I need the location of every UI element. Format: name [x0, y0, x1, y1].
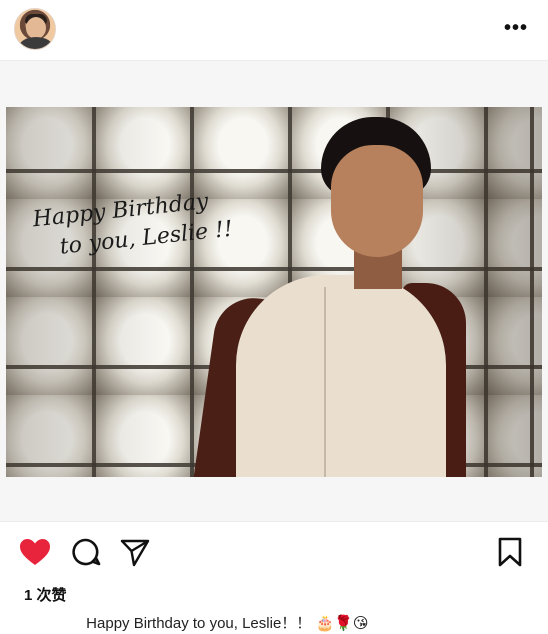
person-figure	[193, 107, 466, 477]
like-count[interactable]: 1 次赞	[24, 584, 67, 605]
avatar[interactable]	[14, 8, 56, 50]
action-bar	[0, 530, 548, 574]
caption-username-blurred[interactable]	[26, 616, 82, 628]
post-media[interactable]: Happy Birthday to you, Leslie !!	[0, 60, 548, 522]
send-icon[interactable]	[118, 536, 152, 568]
comment-icon[interactable]	[70, 536, 104, 568]
caption-emojis: 🎂🌹😘	[315, 614, 369, 632]
username-blurred[interactable]	[66, 21, 126, 35]
bookmark-icon[interactable]	[494, 536, 528, 568]
caption-text: Happy Birthday to you, Leslie！！	[86, 615, 312, 632]
more-horizontal-icon: •••	[503, 17, 528, 39]
more-options-button[interactable]: •••	[504, 18, 528, 38]
post-photo: Happy Birthday to you, Leslie !!	[6, 107, 542, 477]
caption: Happy Birthday to you, Leslie！！ 🎂🌹😘	[26, 612, 368, 633]
post-header: •••	[0, 0, 548, 56]
heart-icon[interactable]	[18, 536, 52, 568]
